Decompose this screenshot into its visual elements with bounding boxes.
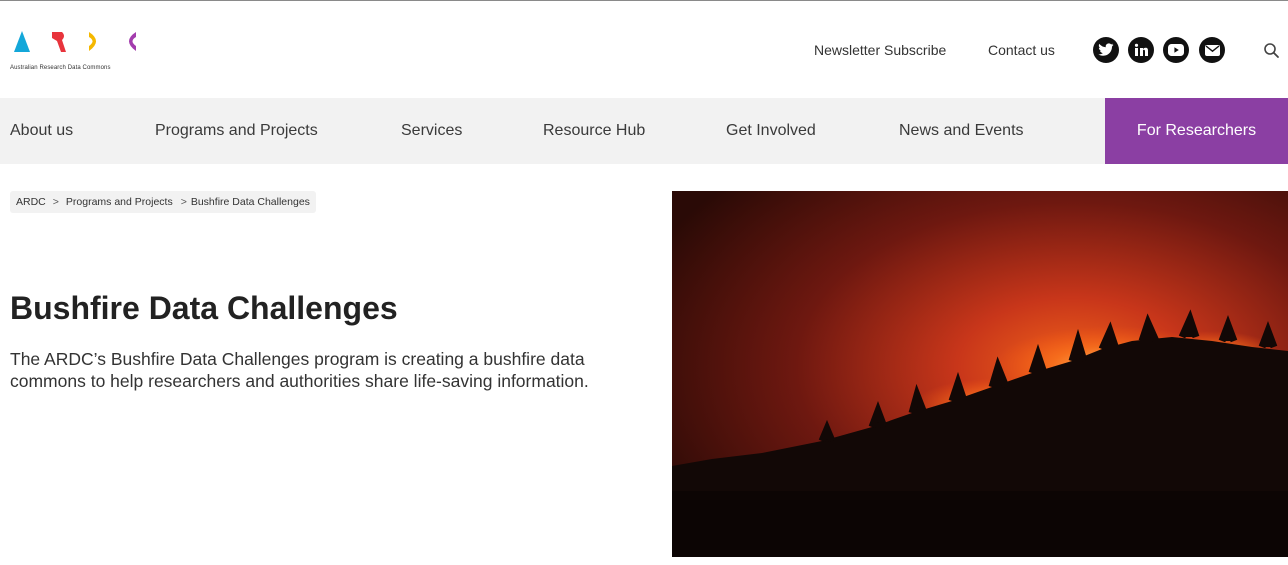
nav-item-about-us[interactable]: About us <box>10 98 73 164</box>
twitter-icon[interactable] <box>1093 37 1119 63</box>
main-nav: About us Programs and Projects Services … <box>0 98 1288 164</box>
breadcrumb: ARDC > Programs and Projects > Bushfire … <box>10 191 316 213</box>
email-icon[interactable] <box>1199 37 1225 63</box>
contact-us-link[interactable]: Contact us <box>988 42 1055 58</box>
youtube-icon[interactable] <box>1163 37 1189 63</box>
newsletter-subscribe-link[interactable]: Newsletter Subscribe <box>814 42 946 58</box>
nav-item-services[interactable]: Services <box>401 98 462 164</box>
breadcrumb-item-ardc[interactable]: ARDC <box>16 196 46 208</box>
nav-item-resource-hub[interactable]: Resource Hub <box>543 98 645 164</box>
breadcrumb-item-programs-and-projects[interactable]: Programs and Projects <box>66 196 173 208</box>
logo-tagline: Australian Research Data Commons <box>10 65 111 71</box>
nav-item-programs-and-projects[interactable]: Programs and Projects <box>155 98 318 164</box>
breadcrumb-separator: > <box>52 196 59 208</box>
search-icon[interactable] <box>1262 41 1282 61</box>
nav-item-news-and-events[interactable]: News and Events <box>899 98 1024 164</box>
ardc-logo[interactable]: Australian Research Data Commons <box>10 27 170 77</box>
hero-image-bushfire <box>672 191 1288 557</box>
linkedin-icon[interactable] <box>1128 37 1154 63</box>
breadcrumb-separator: > <box>180 196 187 208</box>
breadcrumb-item-current: Bushfire Data Challenges <box>190 196 310 208</box>
nav-item-get-involved[interactable]: Get Involved <box>726 98 816 164</box>
site-header: Australian Research Data Commons Newslet… <box>0 1 1288 98</box>
nav-item-for-researchers[interactable]: For Researchers <box>1105 98 1288 164</box>
page-intro: The ARDC’s Bushfire Data Challenges prog… <box>10 349 589 391</box>
page-title: Bushfire Data Challenges <box>10 290 398 326</box>
